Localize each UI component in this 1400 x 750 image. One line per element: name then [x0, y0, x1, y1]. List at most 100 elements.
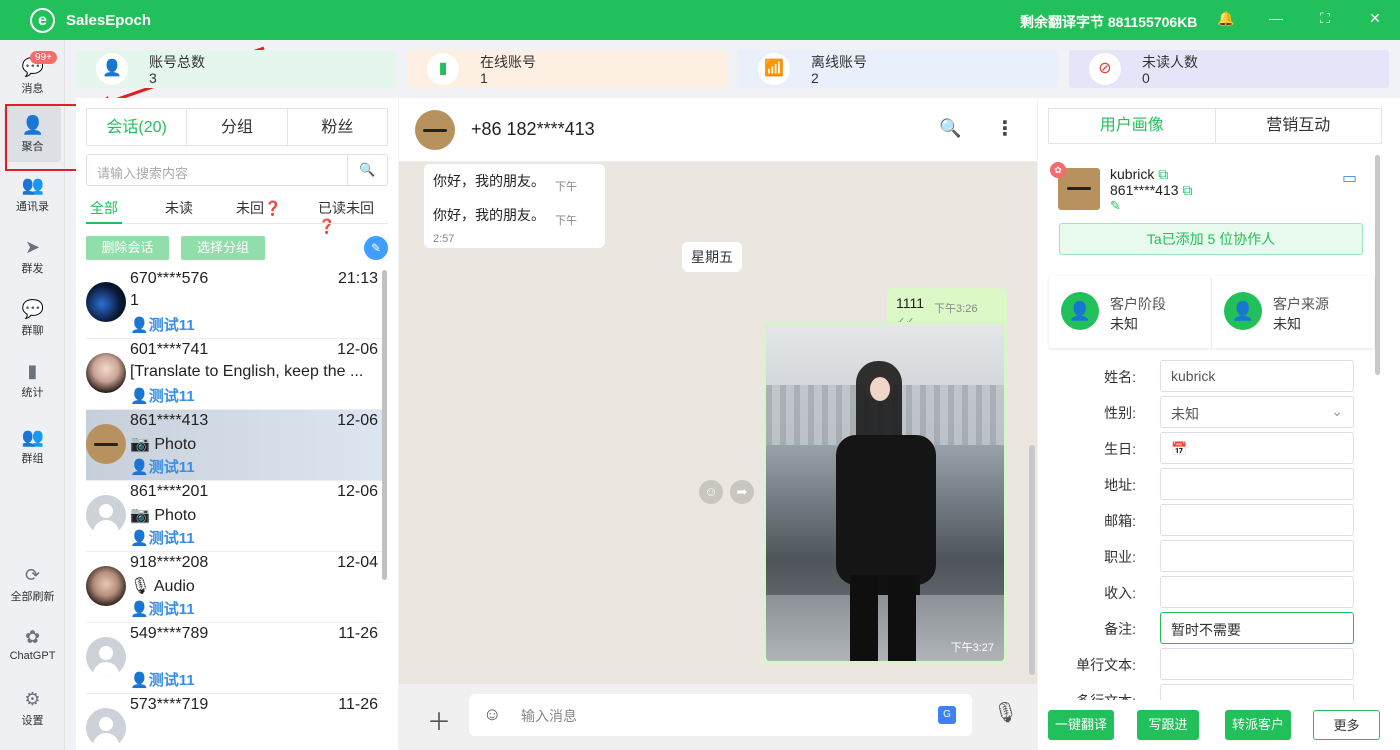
profile-tabs: 用户画像 营销互动 [1048, 108, 1382, 144]
sticker-icon[interactable]: ☺ [483, 704, 501, 725]
tab-fans[interactable]: 粉丝 [288, 109, 387, 145]
contact-name: 918****208 [130, 554, 209, 571]
bell-icon[interactable]: 🔔 [1216, 10, 1236, 27]
nav-group-chat[interactable]: 💬 群聊 [0, 298, 65, 354]
conversation-item[interactable]: 861****201 12-06 📷 Photo 👤测试11 [86, 481, 382, 552]
conversation-item[interactable]: 918****208 12-04 🎙 Audio 👤测试11 [86, 552, 382, 623]
field-gender: 性别: 未知 ⌄ [1048, 396, 1368, 428]
tab-marketing[interactable]: 营销互动 [1216, 109, 1382, 143]
delete-conversation-button[interactable]: 删除会话 [86, 236, 169, 260]
select-group-button[interactable]: 选择分组 [181, 236, 265, 260]
emoji-react-icon[interactable]: ☺ [699, 480, 723, 504]
app-logo-icon: e [30, 8, 55, 33]
copy-icon[interactable]: ⧉ [1182, 182, 1192, 198]
filter-all[interactable]: 全部 [90, 198, 118, 218]
card-label: 客户来源 [1273, 296, 1329, 312]
forward-icon[interactable]: ➦ [730, 480, 754, 504]
last-message: [Translate to English, keep the ... [130, 363, 364, 380]
outgoing-image-message[interactable]: 下午3:27 [763, 322, 1007, 664]
conversation-item[interactable]: 573****719 11-26 [86, 694, 382, 750]
single-line-input[interactable] [1160, 648, 1354, 680]
chat-scrollbar[interactable] [1029, 445, 1035, 675]
conversation-item[interactable]: 549****789 11-26 👤测试11 [86, 623, 382, 694]
search-box[interactable]: 请输入搜索内容 🔍 [86, 154, 388, 186]
conversation-scrollbar[interactable] [382, 270, 387, 580]
nav-statistics[interactable]: ▮ 统计 [0, 360, 65, 416]
tag-label: 测试11 [148, 530, 195, 547]
contact-avatar[interactable] [415, 110, 455, 150]
avatar [86, 353, 126, 393]
field-label: 姓名: [1104, 369, 1136, 385]
field-remark: 备注: 暂时不需要 [1048, 612, 1368, 644]
contact-name: 601****741 [130, 341, 209, 358]
filter-unreplied[interactable]: 未回❓ [236, 198, 281, 218]
minimize-icon[interactable]: — [1266, 10, 1286, 26]
email-input[interactable] [1160, 504, 1354, 536]
tab-groups[interactable]: 分组 [187, 109, 288, 145]
more-button[interactable]: 更多 [1313, 710, 1380, 740]
message-icon[interactable]: ▭ [1342, 168, 1357, 188]
nav-refresh-all[interactable]: ⟳ 全部刷新 [0, 564, 65, 624]
message-time: 12-06 [337, 483, 378, 500]
copy-icon[interactable]: ⧉ [1158, 166, 1168, 182]
filter-unread[interactable]: 未读 [165, 198, 193, 218]
more-vertical-icon[interactable]: ⋮ [995, 116, 1015, 141]
address-input[interactable] [1160, 468, 1354, 500]
edit-icon[interactable]: ✎ [1110, 198, 1121, 214]
tag-label: 测试11 [148, 459, 195, 476]
microphone-icon[interactable]: 🎙 [993, 700, 1018, 725]
nav-messages[interactable]: 💬 消息 99+ [0, 48, 65, 104]
name-input[interactable]: kubrick [1160, 360, 1354, 392]
nav-contacts[interactable]: 👥 通讯录 [0, 174, 65, 230]
write-followup-button[interactable]: 写跟进 [1137, 710, 1199, 740]
message-input[interactable]: ☺ 输入消息 G [469, 694, 972, 736]
default-avatar-icon [86, 708, 126, 748]
conversation-item[interactable]: 670****576 21:13 1 👤测试11 [86, 268, 382, 339]
field-label: 备注: [1104, 621, 1136, 637]
wifi-off-icon: 📶 [758, 53, 790, 85]
conversation-list: 670****576 21:13 1 👤测试11 601****741 12-0… [86, 268, 382, 750]
active-underline [86, 222, 122, 224]
filter-read-unreplied[interactable]: 已读未回❓ [318, 198, 388, 235]
remark-textarea[interactable]: 暂时不需要 [1160, 612, 1354, 644]
search-icon[interactable]: 🔍 [347, 155, 387, 185]
select-value: 未知 [1171, 406, 1199, 422]
nav-chatgpt[interactable]: ✿ ChatGPT [0, 626, 65, 686]
conversation-item[interactable]: 601****741 12-06 [Translate to English, … [86, 339, 382, 410]
close-icon[interactable]: ✕ [1365, 10, 1385, 27]
translate-icon[interactable]: G [938, 706, 956, 724]
tab-sessions[interactable]: 会话(20) [87, 109, 188, 145]
transfer-customer-button[interactable]: 转派客户 [1225, 710, 1291, 740]
contacts-icon: 👥 [21, 175, 44, 195]
occupation-input[interactable] [1160, 540, 1354, 572]
conversation-item-selected[interactable]: 861****413 12-06 📷 Photo 👤测试11 [86, 410, 382, 481]
nav-groups[interactable]: 👥 群组 [0, 426, 65, 482]
stat-value: 1 [480, 70, 488, 86]
conversation-tabs: 会话(20) 分组 粉丝 [86, 108, 388, 146]
input-placeholder: 输入消息 [521, 708, 577, 724]
profile-scrollbar[interactable] [1375, 155, 1380, 375]
incoming-message: 你好，我的朋友。下午2:57 [424, 198, 605, 248]
nav-label: 设置 [21, 715, 44, 727]
default-avatar-icon [86, 495, 126, 535]
nav-settings[interactable]: ⚙ 设置 [0, 688, 65, 748]
birthday-input[interactable]: 📅 [1160, 432, 1354, 464]
nav-broadcast[interactable]: ➤ 群发 [0, 236, 65, 292]
maximize-icon[interactable]: ⛶ [1315, 10, 1335, 27]
message-time: 12-06 [337, 412, 378, 429]
income-input[interactable] [1160, 576, 1354, 608]
customer-source-card[interactable]: 👤 客户来源 未知 [1212, 276, 1374, 348]
gender-select[interactable]: 未知 ⌄ [1160, 396, 1354, 428]
tab-user-profile[interactable]: 用户画像 [1049, 109, 1216, 143]
collaborators-banner[interactable]: Ta已添加 5 位协作人 [1059, 223, 1363, 255]
search-input[interactable]: 请输入搜索内容 [97, 163, 188, 182]
one-click-translate-button[interactable]: 一键翻译 [1048, 710, 1114, 740]
search-icon[interactable]: 🔍 [939, 118, 961, 139]
customer-stage-card[interactable]: 👤 客户阶段 未知 [1049, 276, 1211, 348]
stat-value: 2 [811, 70, 819, 86]
message-time: 下午3:26 [934, 303, 978, 315]
edit-icon[interactable]: ✎ [364, 236, 388, 260]
contact-name: 861****413 [130, 412, 209, 429]
stat-value: 0 [1142, 70, 1150, 86]
plus-icon[interactable]: ＋ [427, 702, 451, 737]
